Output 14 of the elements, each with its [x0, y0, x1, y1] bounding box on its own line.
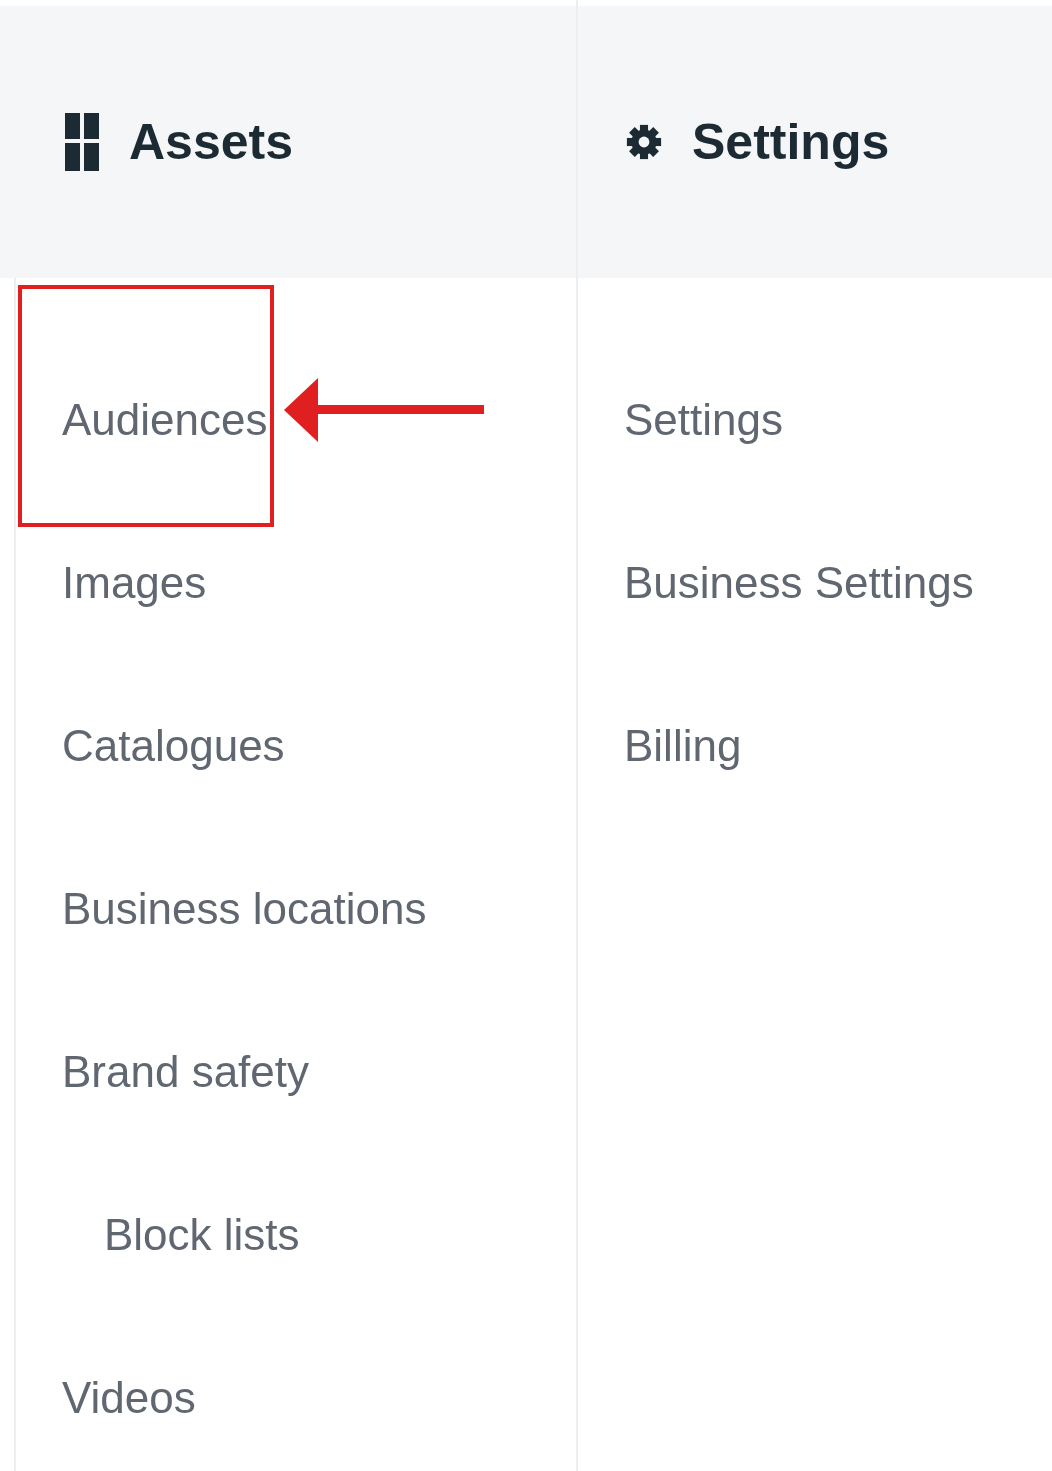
menu-item[interactable]: Brand safety [62, 1046, 310, 1097]
section-title: Settings [692, 113, 890, 171]
menu-item[interactable]: Images [62, 557, 207, 608]
menu-item[interactable]: Billing [624, 720, 742, 771]
menu-item[interactable]: Audiences [62, 394, 268, 445]
menu-item[interactable]: Settings [624, 394, 783, 445]
menu-item[interactable]: Videos [62, 1372, 196, 1423]
menu-item[interactable]: Block lists [104, 1209, 300, 1260]
menu-item[interactable]: Business locations [62, 883, 427, 934]
arrow-icon [284, 378, 484, 442]
section-title: Assets [129, 113, 293, 171]
grid-icon [65, 113, 99, 171]
menu-item[interactable]: Business Settings [624, 557, 974, 608]
menu-item[interactable]: Catalogues [62, 720, 285, 771]
